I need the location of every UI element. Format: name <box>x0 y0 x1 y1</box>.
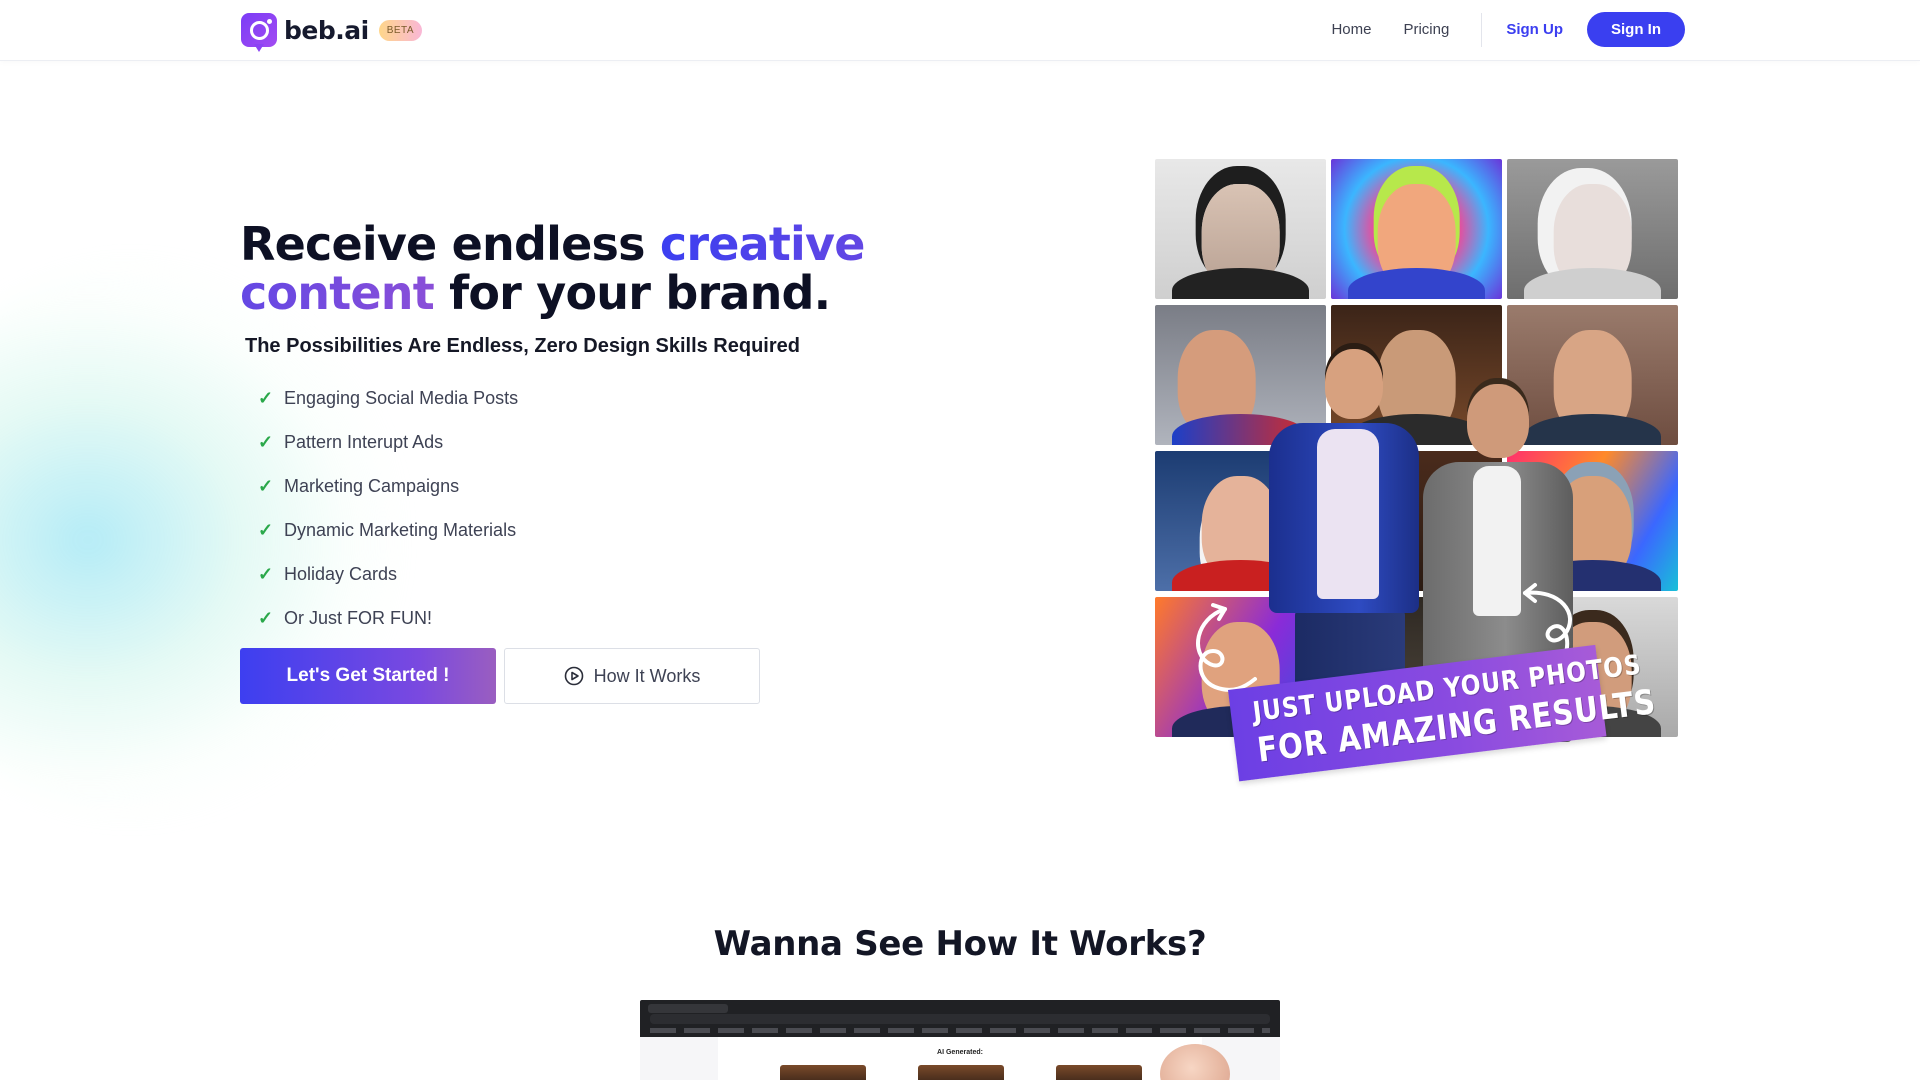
video-thumbnail <box>1056 1065 1142 1080</box>
feature-item: ✓ Pattern Interupt Ads <box>258 420 518 464</box>
brand-name: beb.ai <box>284 15 369 45</box>
hero-title: Receive endless creative content for you… <box>240 220 1060 318</box>
site-header: beb.ai BETA Home Pricing Sign Up Sign In <box>0 0 1920 60</box>
hero-title-part2: for your brand. <box>433 266 831 320</box>
top-nav: Home Pricing Sign Up Sign In <box>1331 12 1685 47</box>
browser-chrome <box>640 1000 1280 1037</box>
how-it-works-label: How It Works <box>593 665 701 686</box>
sign-up-link[interactable]: Sign Up <box>1506 21 1563 38</box>
brand-logo-link[interactable]: beb.ai BETA <box>241 13 423 52</box>
check-icon: ✓ <box>258 563 274 584</box>
nav-divider <box>1481 12 1483 47</box>
beta-badge: BETA <box>378 19 423 41</box>
how-it-works-title: Wanna See How It Works? <box>713 924 1207 964</box>
feature-label: Or Just FOR FUN! <box>284 607 432 628</box>
feature-label: Holiday Cards <box>284 563 398 584</box>
play-circle-icon <box>564 666 583 686</box>
video-thumbnail <box>918 1065 1004 1080</box>
feature-item: ✓ Marketing Campaigns <box>258 464 518 508</box>
feature-label: Marketing Campaigns <box>284 475 460 496</box>
feature-item: ✓ Holiday Cards <box>258 552 518 596</box>
camera-pin-logo-icon <box>241 13 277 52</box>
portrait-tile <box>1331 159 1502 299</box>
check-icon: ✓ <box>258 431 274 452</box>
nav-pricing-link[interactable]: Pricing <box>1403 21 1449 38</box>
feature-list: ✓ Engaging Social Media Posts ✓ Pattern In… <box>258 376 518 640</box>
video-thumbnail <box>780 1065 866 1080</box>
video-content: AI Generated: <box>718 1037 1202 1080</box>
check-icon: ✓ <box>258 475 274 496</box>
feature-item: ✓ Or Just FOR FUN! <box>258 596 518 640</box>
portrait-collage <box>1155 159 1680 742</box>
nav-home-link[interactable]: Home <box>1331 21 1371 38</box>
check-icon: ✓ <box>258 519 274 540</box>
demo-video[interactable]: AI Generated: <box>640 1000 1280 1080</box>
landing-page: beb.ai BETA Home Pricing Sign Up Sign In… <box>0 0 1920 1080</box>
hero-title-part1: Receive endless <box>240 217 660 271</box>
how-it-works-button[interactable]: How It Works <box>504 648 760 704</box>
hero-subtitle: The Possibilities Are Endless, Zero Desi… <box>245 335 800 357</box>
ai-generated-label: AI Generated: <box>937 1049 983 1056</box>
feature-item: ✓ Dynamic Marketing Materials <box>258 508 518 552</box>
portrait-tile <box>1507 159 1678 299</box>
check-icon: ✓ <box>258 387 274 408</box>
portrait-tile <box>1155 159 1326 299</box>
sign-in-button[interactable]: Sign In <box>1587 12 1685 47</box>
feature-label: Pattern Interupt Ads <box>284 431 444 452</box>
feature-label: Engaging Social Media Posts <box>284 387 519 408</box>
get-started-button[interactable]: Let's Get Started ! <box>240 648 496 704</box>
feature-label: Dynamic Marketing Materials <box>284 519 517 540</box>
feature-item: ✓ Engaging Social Media Posts <box>258 376 518 420</box>
check-icon: ✓ <box>258 607 274 628</box>
